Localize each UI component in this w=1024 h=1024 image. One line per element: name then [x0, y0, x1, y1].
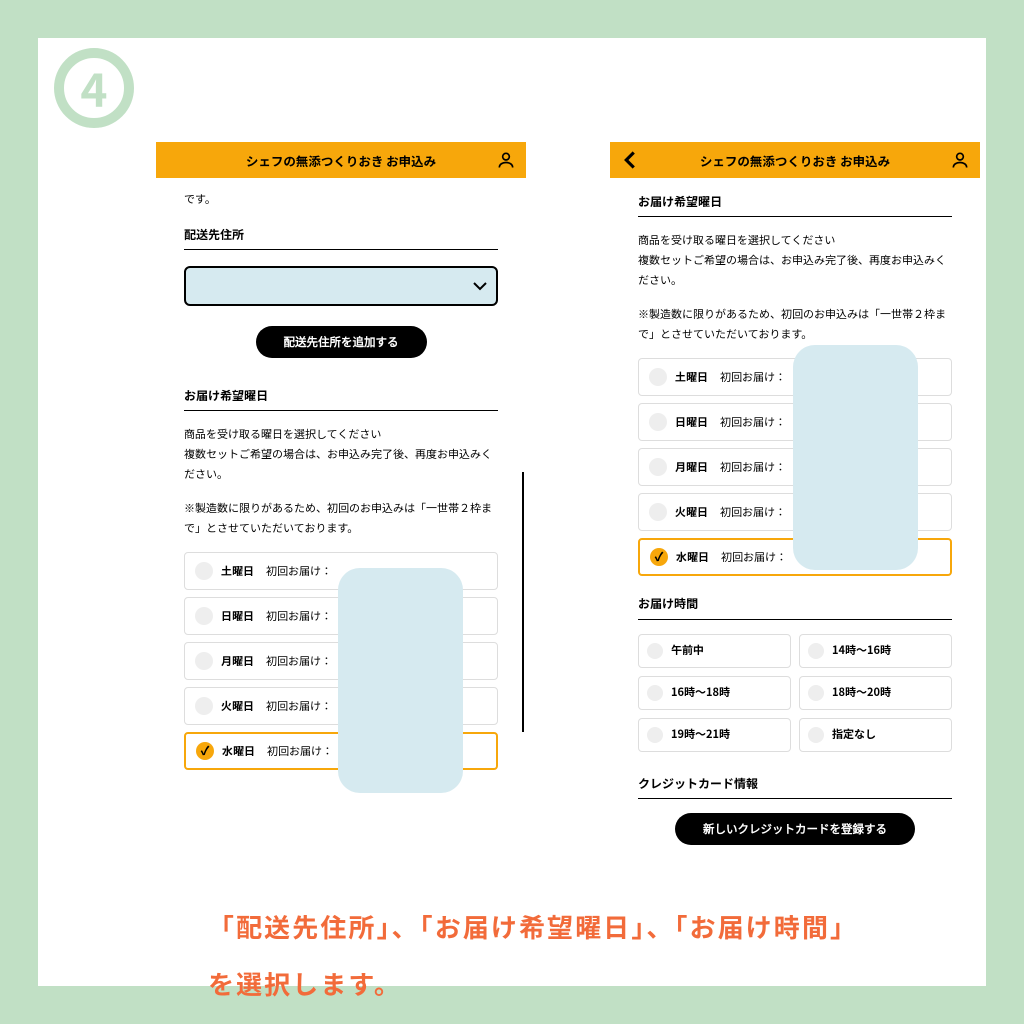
day-name: 水曜日: [676, 548, 709, 567]
radio-icon: [195, 697, 213, 715]
day-name: 日曜日: [675, 413, 708, 432]
day-help-2: 複数セットご希望の場合は、お申込み完了後、再度お申込みください。: [184, 445, 498, 485]
day-sub: 初回お届け：: [720, 413, 786, 432]
add-cc-button[interactable]: 新しいクレジットカードを登録する: [675, 813, 915, 845]
time-slot-option[interactable]: 14時〜16時: [799, 634, 952, 668]
overlay-blob: [338, 568, 463, 793]
radio-icon: [195, 562, 213, 580]
day-sub: 初回お届け：: [266, 562, 332, 581]
day-name: 月曜日: [221, 652, 254, 671]
day-name: 月曜日: [675, 458, 708, 477]
time-slot-label: 14時〜16時: [832, 641, 891, 660]
radio-icon: [195, 607, 213, 625]
section-day-label: お届け希望曜日: [638, 192, 952, 217]
day-name: 水曜日: [222, 742, 255, 761]
day-help-1: 商品を受け取る曜日を選択してください: [638, 231, 952, 251]
day-note: ※製造数に限りがあるため、初回のお申込みは「一世帯２枠まで」とさせていただいてお…: [638, 305, 952, 345]
day-sub: 初回お届け：: [720, 458, 786, 477]
radio-icon: [650, 548, 668, 566]
canvas: シェフの無添つくりおき お申込み です。 配送先住所 配送先住所を追加する お届…: [38, 38, 986, 986]
day-sub: 初回お届け：: [266, 697, 332, 716]
address-dropdown[interactable]: [184, 266, 498, 306]
day-note: ※製造数に限りがあるため、初回のお申込みは「一世帯２枠まで」とさせていただいてお…: [184, 499, 498, 539]
radio-icon: [647, 727, 663, 743]
day-sub: 初回お届け：: [721, 548, 787, 567]
day-sub: 初回お届け：: [720, 368, 786, 387]
nav-bar: シェフの無添つくりおき お申込み: [610, 142, 980, 178]
day-name: 火曜日: [221, 697, 254, 716]
radio-icon: [647, 685, 663, 701]
time-slot-option[interactable]: 指定なし: [799, 718, 952, 752]
day-help-2: 複数セットご希望の場合は、お申込み完了後、再度お申込みください。: [638, 251, 952, 291]
time-slot-label: 16時〜18時: [671, 683, 730, 702]
time-slot-label: 19時〜21時: [671, 725, 730, 744]
time-slot-option[interactable]: 18時〜20時: [799, 676, 952, 710]
section-day-label: お届け希望曜日: [184, 386, 498, 411]
back-icon[interactable]: [620, 142, 640, 178]
day-sub: 初回お届け：: [266, 607, 332, 626]
user-icon[interactable]: [496, 142, 516, 178]
scrollbar[interactable]: [522, 472, 524, 732]
section-address-label: 配送先住所: [184, 225, 498, 250]
time-slot-label: 指定なし: [832, 725, 876, 744]
radio-icon: [649, 368, 667, 386]
radio-icon: [808, 727, 824, 743]
step-number: 4: [80, 55, 107, 121]
time-slot-option[interactable]: 19時〜21時: [638, 718, 791, 752]
time-slot-label: 18時〜20時: [832, 683, 891, 702]
radio-icon: [647, 643, 663, 659]
page-title: シェフの無添つくりおき お申込み: [700, 151, 890, 170]
overlay-blob: [793, 345, 918, 570]
radio-icon: [649, 458, 667, 476]
section-cc-label: クレジットカード情報: [638, 774, 952, 799]
radio-icon: [808, 685, 824, 701]
radio-icon: [195, 652, 213, 670]
user-icon[interactable]: [950, 142, 970, 178]
day-sub: 初回お届け：: [267, 742, 333, 761]
day-sub: 初回お届け：: [266, 652, 332, 671]
radio-icon: [649, 503, 667, 521]
radio-icon: [196, 742, 214, 760]
section-time-label: お届け時間: [638, 594, 952, 619]
day-help-1: 商品を受け取る曜日を選択してください: [184, 425, 498, 445]
day-name: 日曜日: [221, 607, 254, 626]
time-slot-option[interactable]: 16時〜18時: [638, 676, 791, 710]
chevron-down-icon: [472, 268, 488, 304]
radio-icon: [808, 643, 824, 659]
add-address-button[interactable]: 配送先住所を追加する: [256, 326, 427, 358]
radio-icon: [649, 413, 667, 431]
page-title: シェフの無添つくりおき お申込み: [246, 151, 436, 170]
trailing-text: です。: [184, 190, 498, 209]
day-name: 土曜日: [675, 368, 708, 387]
time-slot-grid: 午前中 14時〜16時 16時〜18時 18時〜20時 19時〜21時 指定なし: [638, 634, 952, 752]
day-name: 火曜日: [675, 503, 708, 522]
day-name: 土曜日: [221, 562, 254, 581]
instruction-caption: 「配送先住所」、「お届け希望曜日」、「お届け時間」を選択します。: [208, 898, 856, 1012]
time-slot-label: 午前中: [671, 641, 704, 660]
step-badge: 4: [54, 48, 134, 128]
day-sub: 初回お届け：: [720, 503, 786, 522]
time-slot-option[interactable]: 午前中: [638, 634, 791, 668]
nav-bar: シェフの無添つくりおき お申込み: [156, 142, 526, 178]
